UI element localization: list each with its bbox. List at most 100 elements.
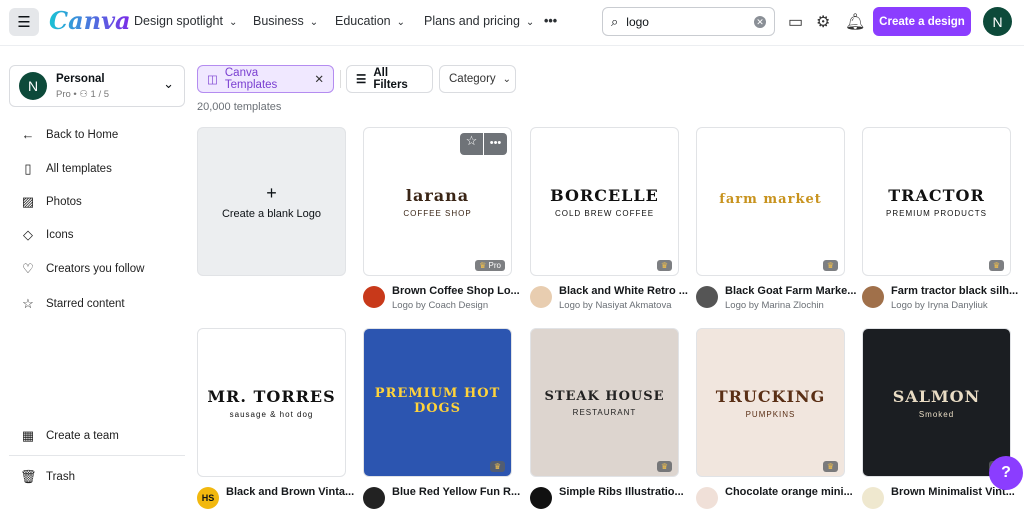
card-actions: ☆ ••• — [460, 133, 507, 155]
creator-avatar[interactable] — [696, 286, 718, 308]
sidebar: N Personal Pro • ⚇ 1 / 5 ⌄ ← Back to Home… — [0, 47, 190, 502]
sidebar-item-starred[interactable]: ☆ Starred content — [20, 296, 124, 312]
template-art-title: farm market — [719, 192, 822, 207]
all-filters-button[interactable]: ☰ All Filters — [346, 65, 433, 93]
nav-plans-pricing[interactable]: Plans and pricing ⌄ — [424, 14, 534, 28]
clear-search-icon[interactable]: ✕ — [754, 15, 766, 28]
template-card[interactable]: STEAK HOUSE RESTAURANT ♛ — [530, 328, 679, 477]
user-avatar[interactable]: N — [983, 7, 1012, 36]
template-art-title: TRUCKING — [715, 386, 826, 406]
sidebar-item-create-team[interactable]: ▦ Create a team — [20, 428, 119, 444]
heart-icon: ♡ — [22, 261, 34, 276]
template-art-subtitle: PREMIUM PRODUCTS — [886, 208, 987, 218]
plus-icon: + — [266, 183, 277, 203]
template-title[interactable]: Farm tractor black silh... — [891, 285, 1018, 297]
template-card[interactable]: TRACTOR PREMIUM PRODUCTS ♛ — [862, 127, 1011, 276]
nav-design-spotlight[interactable]: Design spotlight ⌄ — [134, 14, 237, 28]
chevron-down-icon: ⌄ — [525, 17, 535, 28]
nav-label: Plans and pricing — [424, 14, 520, 28]
more-menu-button[interactable]: ••• — [544, 14, 557, 28]
template-card[interactable]: MR. TORRES sausage & hot dog — [197, 328, 346, 477]
divider — [9, 455, 185, 456]
creator-avatar[interactable] — [696, 487, 718, 509]
template-title[interactable]: Black and White Retro ... — [559, 285, 688, 297]
sidebar-item-icons[interactable]: ◇ Icons — [20, 227, 74, 243]
template-title[interactable]: Black Goat Farm Marke... — [725, 285, 856, 297]
template-card[interactable]: BORCELLE COLD BREW COFFEE ♛ — [530, 127, 679, 276]
divider — [340, 70, 341, 88]
creator-avatar[interactable] — [862, 487, 884, 509]
template-card[interactable]: TRUCKING PUMPKINS ♛ — [696, 328, 845, 477]
sidebar-item-creators[interactable]: ♡ Creators you follow — [20, 261, 144, 277]
sidebar-item-label: Trash — [46, 471, 75, 483]
button-label: All Filters — [373, 67, 408, 91]
sidebar-item-photos[interactable]: ▨ Photos — [20, 194, 82, 210]
template-title[interactable]: Blue Red Yellow Fun R... — [392, 486, 520, 498]
more-options-icon[interactable]: ••• — [484, 133, 507, 155]
template-art-subtitle: Smoked — [918, 409, 955, 419]
chevron-down-icon: ⌄ — [502, 73, 512, 85]
template-card[interactable]: farm market ♛ — [696, 127, 845, 276]
star-icon[interactable]: ☆ — [460, 133, 483, 155]
nav-business[interactable]: Business ⌄ — [253, 14, 318, 28]
photo-icon: ▨ — [21, 194, 35, 209]
search-icon: ⌕ — [611, 13, 619, 29]
layout-icon: ◫ — [207, 74, 218, 86]
template-title[interactable]: Brown Minimalist Vint... — [891, 486, 1015, 498]
search-input[interactable]: ⌕ logo ✕ — [602, 7, 775, 36]
creator-avatar[interactable] — [363, 487, 385, 509]
create-blank-logo-card[interactable]: + Create a blank Logo — [197, 127, 346, 276]
template-author[interactable]: Logo by Nasiyat Akmatova — [559, 300, 671, 311]
template-title[interactable]: Brown Coffee Shop Lo... — [392, 285, 520, 297]
template-art-subtitle: sausage & hot dog — [229, 409, 314, 419]
desktop-icon[interactable]: ▭ — [788, 12, 803, 32]
creator-avatar[interactable] — [862, 286, 884, 308]
category-dropdown[interactable]: Category ⌄ — [439, 65, 516, 93]
help-button[interactable]: ? — [989, 456, 1023, 490]
team-switcher[interactable]: N Personal Pro • ⚇ 1 / 5 ⌄ — [9, 65, 185, 107]
sidebar-item-label: Back to Home — [46, 128, 119, 141]
template-art-title: STEAK HOUSE — [544, 388, 665, 404]
create-blank-label: Create a blank Logo — [221, 208, 322, 220]
premium-crown-icon: ♛ — [489, 461, 505, 472]
template-art-title: BORCELLE — [550, 185, 659, 205]
bell-icon[interactable]: 🔔︎ — [845, 12, 865, 32]
template-author[interactable]: Logo by Coach Design — [392, 300, 488, 311]
nav-label: Education — [335, 14, 391, 28]
template-art-title: MR. TORRES — [207, 386, 336, 406]
template-author[interactable]: Logo by Marina Zlochin — [725, 300, 824, 311]
create-design-button[interactable]: Create a design — [873, 7, 971, 36]
team-avatar: N — [19, 72, 47, 100]
close-icon[interactable]: ✕ — [314, 72, 324, 86]
creator-avatar[interactable] — [530, 487, 552, 509]
template-title[interactable]: Simple Ribs Illustratio... — [559, 486, 684, 498]
sidebar-item-back-home[interactable]: ← Back to Home — [20, 127, 119, 142]
nav-education[interactable]: Education ⌄ — [335, 14, 405, 28]
template-card[interactable]: SALMON Smoked ♛ — [862, 328, 1011, 477]
gear-icon[interactable]: ⚙ — [816, 12, 830, 32]
template-title[interactable]: Chocolate orange mini... — [725, 486, 853, 498]
premium-crown-icon: ♛ — [822, 461, 838, 472]
menu-button[interactable]: ☰ — [9, 8, 39, 36]
star-icon: ☆ — [22, 296, 34, 311]
template-art-subtitle: PUMPKINS — [745, 409, 796, 419]
canva-logo[interactable]: Canva — [49, 6, 131, 35]
sidebar-item-label: Creators you follow — [46, 263, 145, 275]
template-art-subtitle: RESTAURANT — [572, 407, 637, 417]
top-bar: ☰ Canva Design spotlight ⌄ Business ⌄ Educ… — [0, 0, 1024, 46]
chevron-down-icon: ⌄ — [309, 17, 319, 28]
sliders-icon: ☰ — [356, 74, 367, 86]
creator-avatar[interactable]: HS — [197, 487, 219, 509]
team-plan: Pro • ⚇ 1 / 5 — [56, 89, 110, 100]
shapes-icon: ◇ — [23, 227, 33, 242]
template-title[interactable]: Black and Brown Vinta... — [226, 486, 354, 498]
chevron-down-icon: ⌄ — [396, 17, 405, 28]
sidebar-item-all-templates[interactable]: ▯ All templates — [20, 161, 111, 177]
template-author[interactable]: Logo by Iryna Danyliuk — [891, 300, 988, 311]
chevron-down-icon: ⌄ — [163, 76, 174, 91]
canva-templates-filter-chip[interactable]: ◫ Canva Templates ✕ — [197, 65, 334, 93]
creator-avatar[interactable] — [363, 286, 385, 308]
template-card[interactable]: PREMIUM HOT DOGS ♛ — [363, 328, 512, 477]
sidebar-item-trash[interactable]: 🗑 Trash — [20, 469, 75, 485]
creator-avatar[interactable] — [530, 286, 552, 308]
